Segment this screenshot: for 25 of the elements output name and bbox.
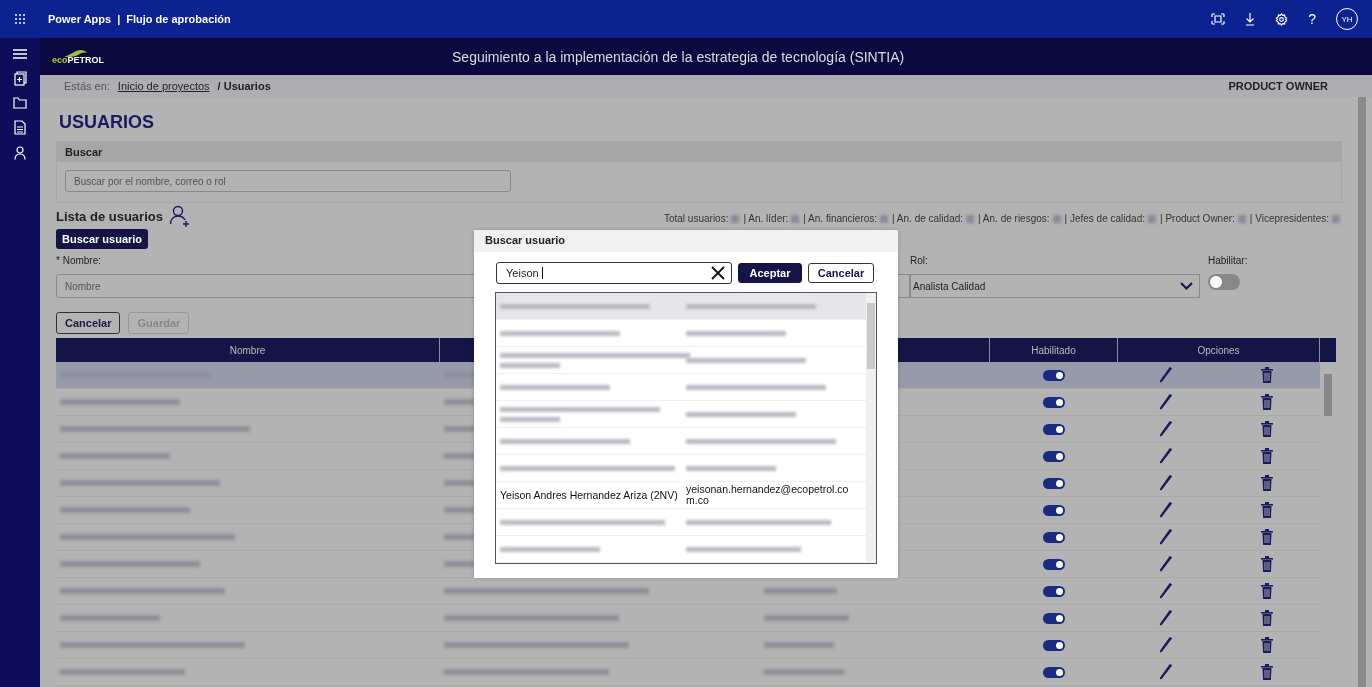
page-title: USUARIOS: [58, 111, 155, 134]
result-name: Yeison Andres Hernandez Ariza (2NV): [499, 489, 679, 501]
stat-label: | Vicepresidentes:: [1249, 213, 1329, 224]
title-separator: |: [117, 13, 121, 25]
stat-label: | An. de riesgos:: [978, 213, 1050, 224]
app-name: Power Apps: [48, 13, 112, 25]
list-title: Lista de usuarios: [56, 208, 163, 224]
search-panel-heading: Buscar: [57, 142, 1341, 162]
stat-label: Total usuarios:: [663, 213, 729, 224]
name-label: * Nombre:: [56, 255, 102, 266]
company-logo: ecoPETROL: [52, 48, 105, 65]
stat-label: | An. líder:: [743, 213, 789, 224]
user-role: PRODUCT OWNER: [1228, 80, 1328, 92]
stat-label: | Jefes de calidad:: [1064, 213, 1145, 224]
stat-label: | An. de calidad:: [892, 213, 964, 224]
breadcrumb-current: / Usuarios: [217, 80, 271, 92]
stat-label: | Product Owner:: [1160, 213, 1235, 224]
role-label: Rol:: [910, 255, 929, 266]
app-header-title: Seguimiento a la implementación de la estrategia de tecnología (SINTIA): [452, 48, 905, 65]
enable-label: Habilitar:: [1208, 255, 1249, 266]
breadcrumb-label: Estás en:: [64, 80, 110, 92]
app-title: Flujo de aprobación: [126, 13, 231, 25]
dialog-title: Buscar usuario: [474, 230, 898, 252]
result-email: yeisonan.hernandez@ecopetrol.com.co: [685, 482, 850, 508]
stat-label: | An. financieros:: [803, 213, 878, 224]
